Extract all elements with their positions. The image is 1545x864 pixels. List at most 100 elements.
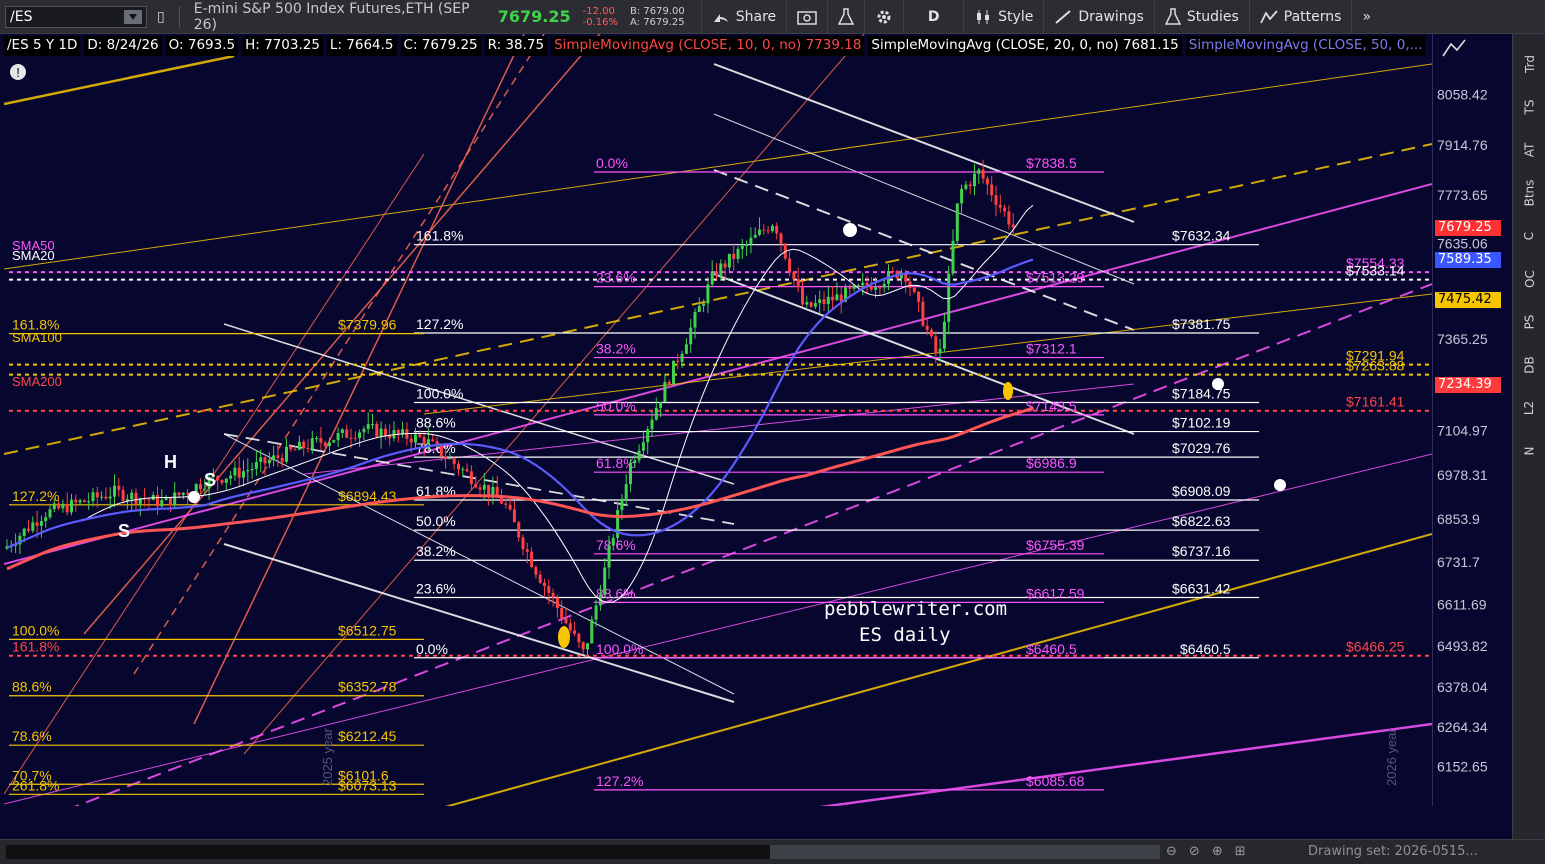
marker-dot (1212, 378, 1224, 390)
sma20-value: 7681.15 (1122, 37, 1179, 53)
info-high: H: 7703.25 (242, 36, 323, 56)
snapshot-button[interactable] (787, 0, 829, 34)
y-tick-label: 7914.76 (1437, 137, 1488, 153)
candle-body (697, 305, 701, 313)
share-button[interactable]: Share (700, 0, 788, 34)
price-tag: 7679.25 (1435, 220, 1501, 237)
level-label: $7312.1 (1026, 341, 1077, 357)
candle-body (732, 253, 736, 259)
chart-canvas[interactable]: $7838.50.0%$7632.34161.8%$7554.33$7533.1… (4, 34, 1432, 806)
settings-button[interactable] (865, 0, 905, 34)
lab-button[interactable] (828, 0, 866, 34)
zoom-reset-icon[interactable]: ⊘ (1189, 844, 1200, 859)
candle-body (22, 528, 26, 536)
candle-body (874, 287, 878, 290)
candle-body (985, 178, 989, 185)
scroll-thumb[interactable] (770, 845, 1160, 859)
candle-body (543, 582, 546, 587)
candle-body (719, 263, 723, 277)
symbol-selector[interactable]: /ES (5, 5, 147, 28)
candle-body (353, 437, 357, 439)
level-label: $6908.09 (1172, 483, 1231, 499)
candle-body (826, 296, 830, 304)
candle-body (555, 597, 559, 609)
chevron-right-icon: » (1362, 8, 1372, 25)
year-label: 2025 year (320, 728, 335, 786)
candle-body (805, 302, 809, 305)
drawings-button[interactable]: Drawings (1044, 0, 1155, 34)
sidebar-item-db[interactable]: DB (1513, 345, 1545, 385)
price-axis[interactable]: 8058.42 7914.76 7773.65 7635.06 7365.25 7104.… (1432, 34, 1512, 806)
price-tag: 7234.39 (1435, 376, 1501, 393)
autoscale-icon[interactable] (1442, 39, 1466, 57)
candle-body (908, 281, 912, 288)
level-pct-label: 88.6% (416, 415, 456, 431)
candle-body (491, 487, 495, 496)
period-selector[interactable]: D (904, 0, 965, 34)
fit-icon[interactable]: ⊞ (1235, 844, 1246, 859)
gear-icon (877, 10, 891, 23)
candle-body (289, 446, 293, 450)
candle-body (517, 522, 521, 538)
sidebar-item-l2[interactable]: L2 (1513, 388, 1545, 428)
share-icon (713, 13, 728, 22)
level-label: $6986.9 (1026, 455, 1077, 471)
zoom-out-icon[interactable]: ⊖ (1166, 844, 1177, 859)
flask-icon (1164, 7, 1181, 25)
link-icon[interactable]: ▯ (157, 9, 165, 25)
time-scrollbar[interactable]: ⊖ ⊘ ⊕ ⊞ Drawing set: 2026-0515... (0, 839, 1545, 864)
candle-body (487, 484, 491, 496)
level-label: $7029.76 (1172, 440, 1231, 456)
more-button[interactable]: » (1352, 0, 1381, 34)
candle-body (439, 444, 443, 457)
candle-body (831, 296, 835, 301)
candle-body (925, 325, 929, 330)
sidebar-item-label: PS (1522, 314, 1537, 330)
sidebar-item-ps[interactable]: PS (1513, 302, 1545, 342)
pattern-label: S (204, 470, 216, 490)
sma-label: SMA200 (12, 374, 62, 389)
candle-body (100, 496, 104, 498)
sidebar-item-at[interactable]: AT (1513, 130, 1545, 170)
chevron-down-icon[interactable] (124, 9, 142, 24)
candle-body (942, 321, 946, 349)
style-button[interactable]: Style (964, 0, 1045, 34)
info-low: L: 7664.5 (326, 36, 397, 56)
candle-body (426, 439, 430, 445)
studies-button[interactable]: Studies (1155, 0, 1250, 34)
sidebar-item-btns[interactable]: Btns (1513, 173, 1545, 213)
candle-body (27, 528, 30, 531)
patterns-button[interactable]: Patterns (1250, 0, 1353, 34)
candle-body (568, 623, 572, 631)
candle-body (603, 567, 607, 595)
candle-body (396, 430, 400, 434)
candle-body (362, 428, 366, 433)
candle-body (607, 545, 611, 568)
candle-body (35, 522, 39, 526)
candle-body (237, 467, 241, 478)
price-chart[interactable]: $7838.5 0.0% $7632.34 161.8% $7554.33 $7533.1… (4, 34, 1432, 806)
sidebar-item-ts[interactable]: TS (1513, 87, 1545, 127)
candle-body (52, 503, 56, 510)
candle-body (594, 605, 598, 620)
candle-body (181, 492, 185, 495)
candle-body (766, 230, 770, 232)
level-pct-label: 127.2% (596, 773, 643, 789)
level-label: $6460.5 (1180, 641, 1231, 657)
marker-dot (188, 491, 200, 503)
level-pct-label: 100.0% (416, 385, 463, 401)
candle-body (336, 433, 340, 441)
ask-value: A: 7679.25 (629, 16, 685, 28)
level-label: $7149.5 (1026, 398, 1077, 414)
candle-body (650, 419, 654, 430)
sma10-name: SimpleMovingAvg (CLOSE, 10, 0, no) (554, 37, 802, 53)
sidebar-item-oc[interactable]: OC (1513, 259, 1545, 299)
sidebar-item-trd[interactable]: Trd (1513, 44, 1545, 84)
level-pct-label: 0.0% (416, 641, 448, 657)
candle-body (392, 430, 396, 439)
level-pct-label: 0.0% (596, 155, 628, 171)
sidebar-item-c[interactable]: C (1513, 216, 1545, 256)
candle-body (44, 517, 48, 522)
sidebar-item-n[interactable]: N (1513, 431, 1545, 471)
zoom-in-icon[interactable]: ⊕ (1212, 844, 1223, 859)
